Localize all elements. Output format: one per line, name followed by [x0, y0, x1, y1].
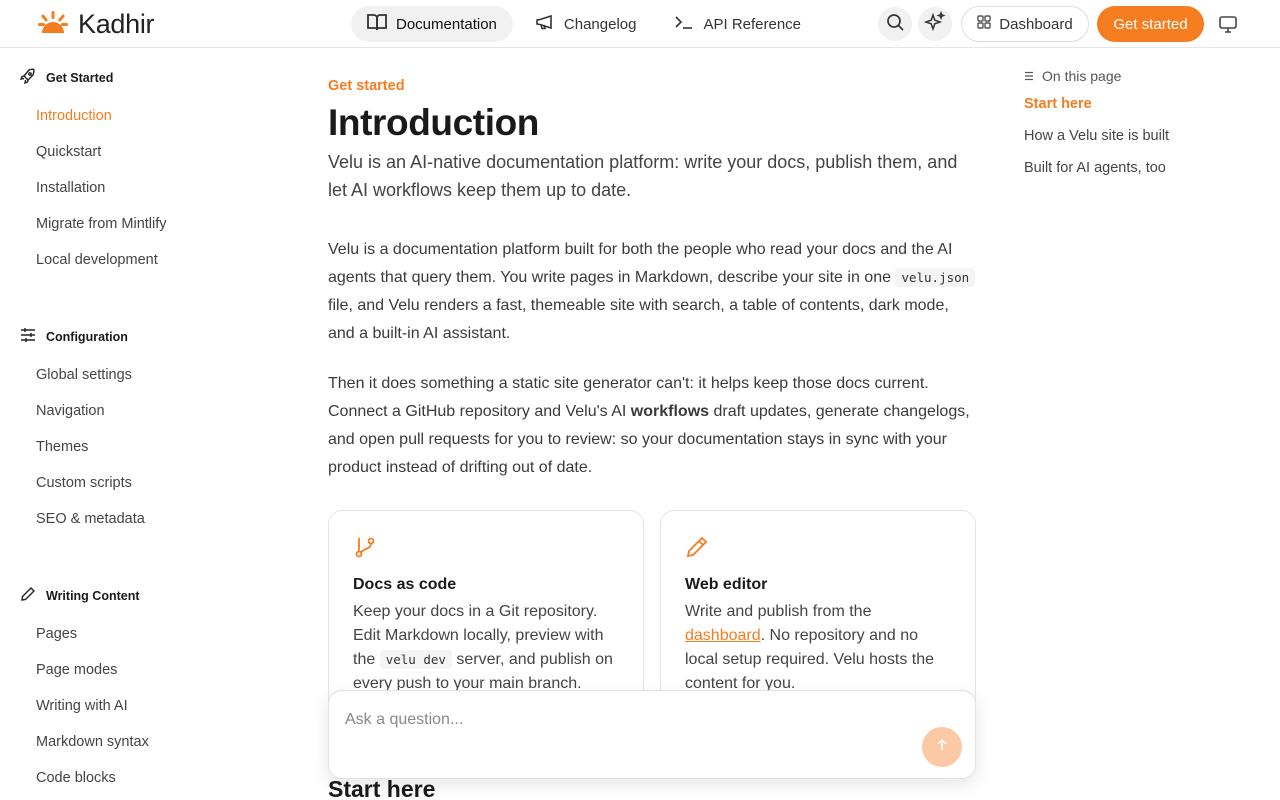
- sidebar-section-configuration: Configuration: [20, 327, 128, 346]
- sliders-icon: [20, 327, 36, 346]
- sidebar-item-page-modes[interactable]: Page modes: [36, 662, 117, 678]
- card-body: Keep your docs in a Git repository. Edit…: [353, 600, 619, 696]
- bold-text: workflows: [630, 403, 710, 420]
- sidebar-item-markdown-syntax[interactable]: Markdown syntax: [36, 734, 149, 750]
- rocket-icon: [19, 68, 36, 87]
- sidebar-item-code-blocks[interactable]: Code blocks: [36, 770, 116, 786]
- search-button[interactable]: [878, 7, 912, 41]
- sun-logo-icon: [38, 9, 68, 40]
- top-navigation-bar: Kadhir Documentation Changelog API Refer…: [0, 0, 1280, 48]
- tab-api-reference[interactable]: API Reference: [658, 6, 817, 42]
- toc-item-how-velu-site-is-built[interactable]: How a Velu site is built: [1024, 128, 1169, 144]
- sidebar-item-installation[interactable]: Installation: [36, 180, 105, 196]
- arrow-up-icon: [936, 738, 948, 756]
- sidebar-item-introduction[interactable]: Introduction: [36, 108, 112, 124]
- sidebar-item-migrate-from-mintlify[interactable]: Migrate from Mintlify: [36, 216, 167, 232]
- intro-paragraph-2: Then it does something a static site gen…: [328, 370, 976, 482]
- sparkles-icon: [923, 10, 946, 38]
- ask-question-input[interactable]: [345, 711, 905, 729]
- intro-paragraph-1: Velu is a documentation platform built f…: [328, 236, 976, 348]
- sidebar-item-navigation[interactable]: Navigation: [36, 403, 105, 419]
- section-heading-start-here: Start here: [328, 776, 436, 800]
- sidebar-item-writing-with-ai[interactable]: Writing with AI: [36, 698, 128, 714]
- tab-documentation-label: Documentation: [396, 15, 497, 33]
- toc-heading: On this page: [1024, 68, 1121, 84]
- grid-icon: [977, 15, 991, 33]
- tab-changelog[interactable]: Changelog: [519, 6, 653, 42]
- toc-heading-label: On this page: [1042, 68, 1122, 84]
- ai-assistant-button[interactable]: [918, 7, 952, 41]
- sidebar-item-local-development[interactable]: Local development: [36, 252, 158, 268]
- sidebar: Get Started Introduction Quickstart Inst…: [0, 48, 300, 800]
- theme-toggle-button[interactable]: [1218, 14, 1238, 39]
- sidebar-section-title: Writing Content: [46, 588, 140, 603]
- sidebar-item-pages[interactable]: Pages: [36, 626, 77, 642]
- sidebar-section-get-started: Get Started: [19, 68, 114, 87]
- dashboard-link[interactable]: dashboard: [685, 627, 761, 644]
- toc-item-start-here[interactable]: Start here: [1024, 96, 1092, 112]
- tab-api-reference-label: API Reference: [703, 15, 802, 33]
- card-body: Write and publish from the dashboard. No…: [685, 600, 951, 696]
- ask-question-box: [328, 690, 976, 779]
- list-icon: [1024, 68, 1034, 84]
- inline-code: velu dev: [379, 650, 452, 669]
- sidebar-item-custom-scripts[interactable]: Custom scripts: [36, 475, 132, 491]
- paragraph-text: Velu is a documentation platform built f…: [328, 241, 953, 286]
- card-title: Web editor: [685, 576, 768, 593]
- header-tabs: Documentation Changelog API Reference: [351, 6, 817, 42]
- terminal-icon: [674, 14, 694, 34]
- pencil-icon: [685, 536, 709, 563]
- sidebar-section-title: Configuration: [46, 329, 128, 344]
- paragraph-text: file, and Velu renders a fast, themeable…: [328, 297, 949, 342]
- megaphone-icon: [535, 14, 555, 34]
- monitor-icon: [1218, 16, 1238, 38]
- brand-name: Kadhir: [78, 9, 155, 39]
- git-branch-icon: [353, 537, 377, 563]
- sidebar-item-global-settings[interactable]: Global settings: [36, 367, 132, 383]
- page-title: Introduction: [328, 102, 539, 143]
- sidebar-section-writing-content: Writing Content: [20, 586, 140, 605]
- toc-item-built-for-ai-agents[interactable]: Built for AI agents, too: [1024, 160, 1166, 176]
- sidebar-item-seo-metadata[interactable]: SEO & metadata: [36, 511, 145, 527]
- tab-changelog-label: Changelog: [563, 15, 637, 33]
- search-icon: [886, 13, 904, 36]
- tab-documentation[interactable]: Documentation: [351, 6, 513, 42]
- pencil-icon: [20, 586, 36, 605]
- dashboard-button[interactable]: Dashboard: [961, 6, 1089, 42]
- book-icon: [367, 13, 387, 35]
- page-eyebrow: Get started: [328, 78, 405, 94]
- sidebar-item-quickstart[interactable]: Quickstart: [36, 144, 101, 160]
- sidebar-section-title: Get Started: [46, 70, 114, 85]
- card-text: Write and publish from the: [685, 603, 872, 620]
- dashboard-label: Dashboard: [999, 15, 1073, 33]
- brand-logo[interactable]: Kadhir: [38, 9, 155, 40]
- card-title: Docs as code: [353, 576, 457, 593]
- page-lead: Velu is an AI-native documentation platf…: [328, 152, 958, 200]
- inline-code: velu.json: [895, 268, 976, 287]
- sidebar-item-themes[interactable]: Themes: [36, 439, 88, 455]
- get-started-button[interactable]: Get started: [1097, 6, 1204, 42]
- send-button[interactable]: [922, 727, 962, 767]
